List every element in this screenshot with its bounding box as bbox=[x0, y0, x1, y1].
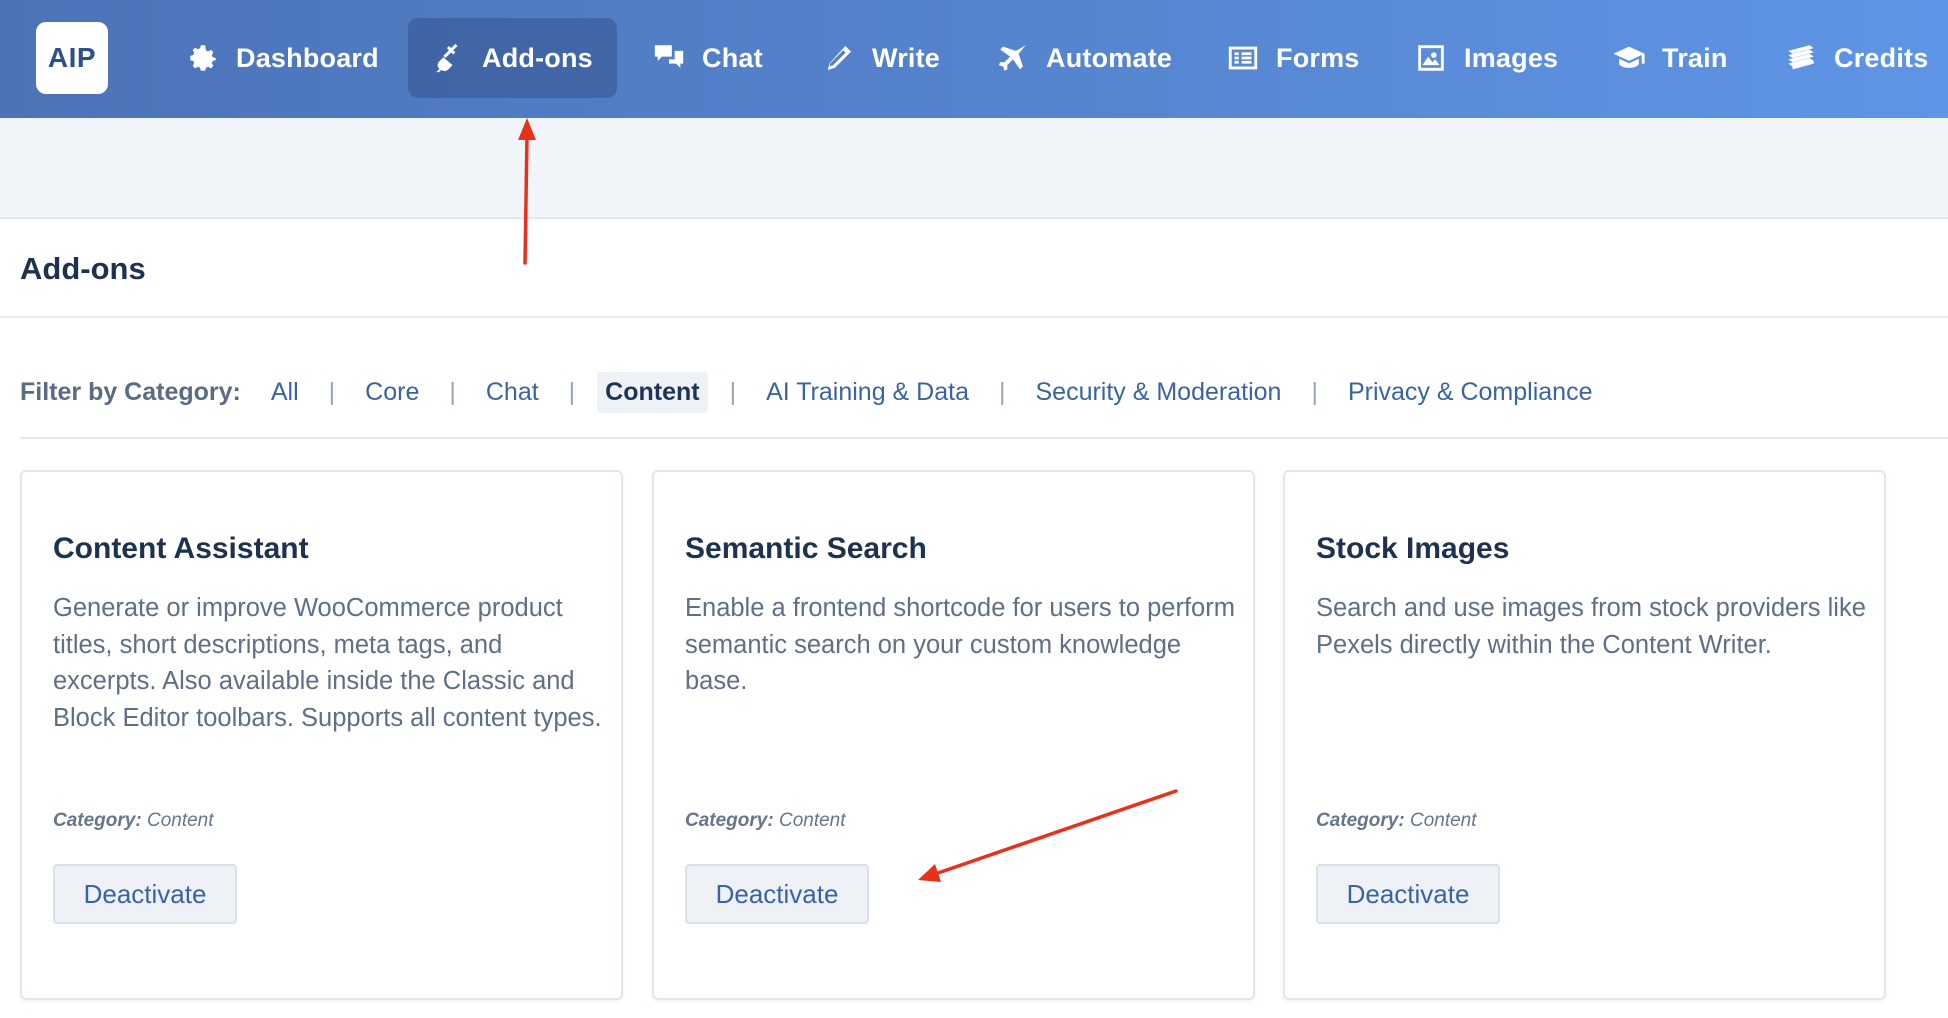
divider bbox=[20, 437, 1948, 439]
filter-separator: | bbox=[568, 377, 576, 406]
filter-separator: | bbox=[449, 377, 456, 406]
card-title: Content Assistant bbox=[53, 532, 309, 565]
filter-separator: | bbox=[998, 377, 1006, 406]
card-title: Stock Images bbox=[1316, 532, 1510, 565]
app-logo[interactable]: AIP bbox=[36, 22, 108, 94]
filter-separator: | bbox=[1311, 377, 1318, 406]
nav-item-add-ons[interactable]: Add-ons bbox=[408, 18, 617, 98]
category-value: Content bbox=[146, 810, 214, 831]
category-filter-bar: Filter by Category: All | Core | Chat | … bbox=[20, 368, 1948, 416]
filter-ai-training-data[interactable]: AI Training & Data bbox=[758, 372, 977, 413]
deactivate-button[interactable]: Deactivate bbox=[53, 864, 237, 924]
filter-security-moderation[interactable]: Security & Moderation bbox=[1027, 372, 1289, 413]
category-label: Category: bbox=[685, 810, 774, 831]
card-description: Generate or improve WooCommerce product … bbox=[53, 594, 602, 732]
category-label: Category: bbox=[1316, 810, 1405, 831]
nav-item-chat[interactable]: Chat bbox=[652, 18, 763, 98]
image-icon bbox=[1418, 45, 1444, 71]
addon-card-semantic-search: Semantic Search Enable a frontend shortc… bbox=[652, 470, 1255, 1000]
form-icon bbox=[1228, 46, 1258, 70]
plane-icon bbox=[998, 45, 1026, 71]
nav-item-forms[interactable]: Forms bbox=[1226, 18, 1360, 98]
card-category: Category: Content bbox=[1316, 810, 1477, 832]
card-description: Enable a frontend shortcode for users to… bbox=[685, 594, 1235, 695]
nav-label: Forms bbox=[1276, 42, 1360, 73]
nav-label: Train bbox=[1662, 42, 1728, 73]
addon-card-stock-images: Stock Images Search and use images from … bbox=[1283, 470, 1886, 1000]
nav-label: Images bbox=[1464, 42, 1559, 73]
deactivate-button[interactable]: Deactivate bbox=[685, 864, 869, 924]
card-description: Search and use images from stock provide… bbox=[1316, 594, 1866, 659]
chat-icon bbox=[654, 45, 684, 68]
notice-area bbox=[0, 118, 1948, 219]
nav-label: Credits bbox=[1834, 42, 1929, 73]
nav-label: Chat bbox=[702, 42, 763, 73]
nav-item-automate[interactable]: Automate bbox=[996, 18, 1172, 98]
money-stack-icon bbox=[1788, 45, 1814, 70]
filter-separator: | bbox=[328, 377, 336, 406]
card-category: Category: Content bbox=[53, 810, 214, 832]
nav-item-train[interactable]: Train bbox=[1612, 18, 1728, 98]
pencil-icon bbox=[827, 45, 852, 71]
category-value: Content bbox=[1409, 810, 1477, 831]
divider bbox=[0, 316, 1948, 318]
nav-label: Add-ons bbox=[482, 42, 593, 73]
filter-core[interactable]: Core bbox=[357, 372, 427, 413]
main-content: Add-ons Filter by Category: All | Core |… bbox=[0, 221, 1948, 1018]
filter-separator: | bbox=[729, 377, 737, 406]
nav-item-credits[interactable]: Credits bbox=[1784, 18, 1928, 98]
nav-item-dashboard[interactable]: Dashboard bbox=[186, 18, 379, 98]
category-label: Category: bbox=[53, 810, 142, 831]
graduation-cap-icon bbox=[1613, 46, 1645, 68]
addon-card-content-assistant: Content Assistant Generate or improve Wo… bbox=[20, 470, 623, 1000]
filter-chat[interactable]: Chat bbox=[478, 372, 547, 413]
nav-label: Write bbox=[872, 42, 941, 73]
nav-label: Automate bbox=[1046, 42, 1173, 73]
card-category: Category: Content bbox=[685, 810, 846, 832]
filter-all[interactable]: All bbox=[263, 372, 307, 413]
nav-label: Dashboard bbox=[236, 42, 379, 73]
filter-label: Filter by Category: bbox=[20, 377, 241, 406]
page-title: Add-ons bbox=[20, 251, 146, 286]
card-title: Semantic Search bbox=[685, 532, 927, 565]
deactivate-button[interactable]: Deactivate bbox=[1316, 864, 1500, 924]
nav-item-images[interactable]: Images bbox=[1414, 18, 1558, 98]
category-value: Content bbox=[778, 810, 846, 831]
filter-content[interactable]: Content bbox=[597, 371, 708, 413]
plug-icon bbox=[436, 43, 458, 73]
gear-icon bbox=[190, 45, 216, 71]
top-navigation-bar: AIP Dashboard Add-ons Chat Write Automat… bbox=[0, 0, 1948, 118]
nav-item-write[interactable]: Write bbox=[822, 18, 940, 98]
filter-privacy-compliance[interactable]: Privacy & Compliance bbox=[1340, 372, 1601, 413]
